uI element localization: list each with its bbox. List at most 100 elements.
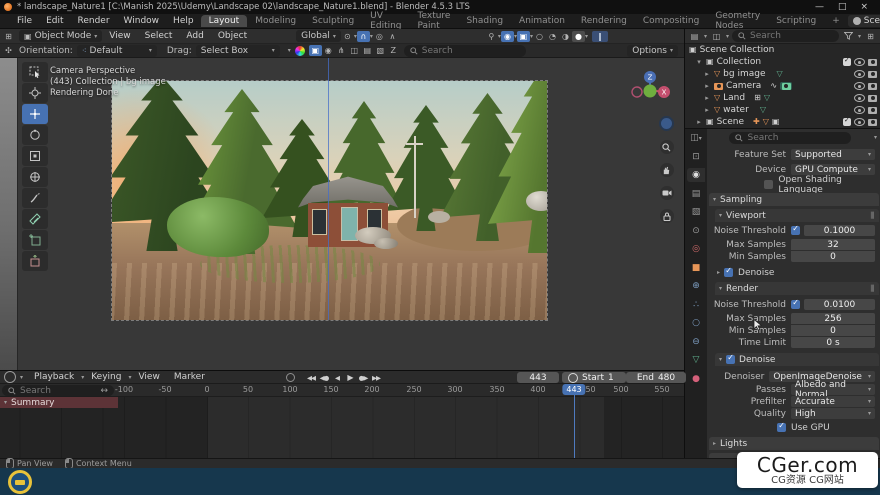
gizmo-z-icon[interactable]: Z	[387, 45, 400, 56]
select-box-tool[interactable]	[22, 62, 48, 82]
current-frame-field[interactable]: 443	[517, 372, 559, 383]
camera-visibility-icon[interactable]: ◫	[348, 45, 361, 56]
xray-toggle-icon[interactable]: ▣	[517, 31, 530, 42]
noise-threshold-checkbox[interactable]	[791, 300, 800, 309]
outliner-search-input[interactable]: Search	[732, 30, 839, 42]
eye-icon[interactable]	[854, 82, 865, 90]
lock-icon[interactable]	[660, 209, 674, 223]
menu-playback[interactable]: Playback	[27, 372, 81, 382]
menu-view-timeline[interactable]: View	[131, 372, 166, 382]
move-tool[interactable]	[22, 104, 48, 124]
camera-view-icon[interactable]	[660, 186, 674, 200]
max-samples-field[interactable]: 32	[791, 239, 875, 250]
eye-icon[interactable]	[854, 70, 865, 78]
overlays-toggle-icon[interactable]: ◉	[501, 31, 514, 42]
noise-threshold-field[interactable]: 0.0100	[804, 299, 875, 310]
gizmo-toggle-icon[interactable]: ⚲	[485, 31, 498, 42]
render-visibility-icon[interactable]	[868, 107, 877, 114]
proportional-falloff-icon[interactable]: ∧	[386, 31, 399, 42]
render-visibility-icon[interactable]	[868, 95, 877, 102]
playhead[interactable]	[574, 384, 575, 459]
outliner-row-collection[interactable]: ▾ ▣ Collection	[685, 56, 880, 68]
properties-tab-modifiers[interactable]: ⊕	[687, 279, 705, 293]
properties-tab-tool[interactable]: ⊡	[687, 150, 705, 164]
outliner-row-land[interactable]: ▸ ▽ Land ⊞ ▽	[685, 92, 880, 104]
annotate-tool[interactable]	[22, 188, 48, 208]
sampling-panel-header[interactable]: ▾ Sampling	[709, 193, 879, 206]
frame-end-field[interactable]: End 480	[626, 372, 686, 383]
workspace-tab-rendering[interactable]: Rendering	[573, 15, 635, 27]
expander-icon[interactable]: ▸	[703, 70, 711, 78]
collection-checkbox[interactable]	[843, 118, 851, 126]
collection-checkbox[interactable]	[843, 58, 851, 66]
playhead-frame-badge[interactable]: 443	[562, 384, 585, 395]
menu-keying[interactable]: Keying	[84, 372, 128, 382]
prefilter-dropdown[interactable]: Accurate▾	[791, 396, 875, 407]
timeline-channels[interactable]: ▾ Summary	[0, 397, 684, 459]
expander-icon[interactable]: ▸	[717, 269, 720, 276]
color-wheel-icon[interactable]	[295, 46, 305, 56]
max-samples-field[interactable]: 256	[791, 313, 875, 324]
workspace-tab-scripting[interactable]: Scripting	[768, 15, 824, 27]
expander-icon[interactable]: ▸	[703, 94, 711, 102]
shading-wireframe-icon[interactable]: ○	[533, 31, 546, 42]
mesh-visibility-icon[interactable]: ▤	[361, 45, 374, 56]
denoise-panel-header[interactable]: ▾ Denoise	[715, 353, 879, 366]
use-gpu-checkbox[interactable]	[777, 423, 786, 432]
time-limit-field[interactable]: 0 s	[791, 337, 875, 348]
scene-selector[interactable]: Scene ▾	[848, 15, 880, 27]
outliner-row-camera[interactable]: ▸ Camera ∿	[685, 80, 880, 92]
expander-icon[interactable]: ▸	[703, 106, 711, 114]
outliner-row-bg-image[interactable]: ▸ ▽ bg image ▽	[685, 68, 880, 80]
menu-view[interactable]: View	[102, 31, 137, 41]
previous-keyframe-button[interactable]: ◀●	[318, 372, 330, 383]
armature-visibility-icon[interactable]: ⋔	[335, 45, 348, 56]
menu-window[interactable]: Window	[117, 16, 167, 26]
noise-threshold-field[interactable]: 0.1000	[804, 225, 875, 236]
quality-dropdown[interactable]: High▾	[791, 408, 875, 419]
proportional-editing-icon[interactable]: ◎	[373, 31, 386, 42]
properties-tab-view-layer[interactable]: ▧	[687, 205, 705, 219]
snap-magnet-icon[interactable]: ∩	[357, 31, 370, 42]
workspace-tab-animation[interactable]: Animation	[511, 15, 573, 27]
noise-threshold-checkbox[interactable]	[791, 226, 800, 235]
device-dropdown[interactable]: GPU Compute▾	[791, 164, 875, 175]
render-panel-header[interactable]: ▾ Render ⫼	[715, 282, 879, 295]
minimize-button[interactable]: —	[815, 2, 824, 12]
min-samples-field[interactable]: 0	[791, 251, 875, 262]
select-visibility-icon[interactable]: ▣	[309, 45, 322, 56]
expander-icon[interactable]: ▾	[695, 58, 703, 66]
min-samples-field[interactable]: 0	[791, 325, 875, 336]
jump-to-start-button[interactable]: ◀◀	[305, 372, 317, 383]
render-visibility-icon[interactable]	[868, 59, 877, 66]
pan-hand-icon[interactable]	[660, 163, 674, 177]
close-button[interactable]: ×	[860, 2, 868, 12]
render-visibility-icon[interactable]	[868, 83, 877, 90]
workspace-tab-sculpting[interactable]: Sculpting	[304, 15, 362, 27]
eye-icon[interactable]	[854, 118, 865, 126]
properties-tab-physics[interactable]: ○	[687, 316, 705, 330]
scale-tool[interactable]	[22, 146, 48, 166]
next-keyframe-button[interactable]: ●▶	[357, 372, 369, 383]
transform-orientation-dropdown[interactable]: Global ▾	[296, 30, 341, 42]
menu-marker[interactable]: Marker	[167, 372, 212, 382]
cursor-tool[interactable]	[22, 83, 48, 103]
menu-edit[interactable]: Edit	[39, 16, 70, 26]
preset-icon[interactable]: ⫼	[870, 211, 875, 221]
expand-icon[interactable]: ↔	[100, 386, 108, 396]
rotate-tool[interactable]	[22, 125, 48, 145]
properties-editor-type-icon[interactable]: ◫▾	[687, 131, 705, 145]
measure-tool[interactable]	[22, 209, 48, 229]
transform-tool[interactable]	[22, 167, 48, 187]
timeline-editor-type-icon[interactable]	[4, 371, 16, 383]
viewport-denoise-checkbox[interactable]	[724, 268, 733, 277]
outliner-filter-icon[interactable]: ▤	[688, 31, 701, 42]
orientation-dropdown[interactable]: ⁖ Default ▾	[77, 45, 157, 57]
outliner-row-water[interactable]: ▸ ▽ water ▽	[685, 104, 880, 116]
shading-solid-icon[interactable]: ◔	[546, 31, 559, 42]
globe-visibility-icon[interactable]: ◉	[322, 45, 335, 56]
feature-set-dropdown[interactable]: Supported▾	[791, 149, 875, 160]
menu-render[interactable]: Render	[71, 16, 117, 26]
options-dropdown[interactable]: Options ▾	[627, 45, 678, 57]
properties-tab-scene[interactable]: ⊙	[687, 224, 705, 238]
